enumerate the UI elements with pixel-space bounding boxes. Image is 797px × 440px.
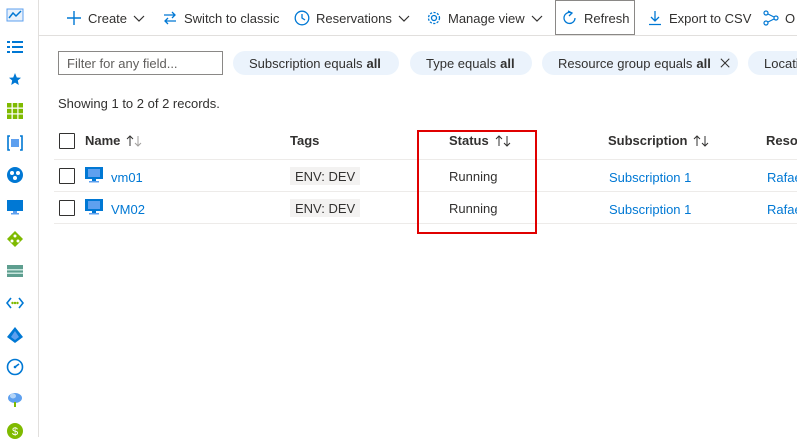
cost-management-icon[interactable]: $ xyxy=(6,422,24,440)
gear-icon xyxy=(427,11,441,25)
create-label: Create xyxy=(88,10,128,26)
filter-pill-type[interactable]: Type equals all xyxy=(410,51,532,75)
pill-label: Type equals xyxy=(426,55,497,71)
row-checkbox[interactable] xyxy=(59,168,75,184)
column-header-tags: Tags xyxy=(290,133,319,148)
switch-label: Switch to classic xyxy=(184,10,280,26)
monitor-icon[interactable] xyxy=(6,358,24,376)
open-query-label: O xyxy=(785,10,796,26)
column-subscription-label: Subscription xyxy=(608,133,688,148)
column-tags-label: Tags xyxy=(290,133,320,148)
plus-icon xyxy=(67,11,81,25)
sort-icon xyxy=(694,134,709,147)
chevron-down-icon xyxy=(531,15,543,22)
clock-icon xyxy=(294,10,310,26)
refresh-button[interactable]: Refresh xyxy=(562,0,630,36)
filter-pill-subscription[interactable]: Subscription equals all xyxy=(233,51,399,75)
pill-label: Resource group equals xyxy=(558,55,693,71)
azure-ad-icon[interactable] xyxy=(6,326,24,344)
column-header-resource-group[interactable]: Resou xyxy=(766,133,797,148)
pill-label: Subscription equals xyxy=(249,55,363,71)
export-label: Export to CSV xyxy=(669,10,752,26)
favorites-star-icon[interactable] xyxy=(6,70,24,88)
create-button[interactable]: Create xyxy=(66,0,145,36)
load-balancers-icon[interactable] xyxy=(6,230,24,248)
vm-name-link[interactable]: vm01 xyxy=(111,170,143,185)
refresh-icon xyxy=(563,10,576,25)
column-header-name[interactable]: Name xyxy=(85,133,142,148)
manage-view-label: Manage view xyxy=(448,10,525,26)
sort-icon xyxy=(127,134,142,147)
svg-text:$: $ xyxy=(12,426,18,438)
all-services-icon[interactable] xyxy=(6,38,24,56)
download-icon xyxy=(649,11,661,26)
switch-arrows-icon xyxy=(164,11,176,25)
switch-to-classic-button[interactable]: Switch to classic xyxy=(162,0,279,36)
left-sidebar: $ xyxy=(0,0,39,440)
column-resource-group-label: Resou xyxy=(766,133,797,148)
app-services-icon[interactable] xyxy=(6,166,24,184)
reservations-label: Reservations xyxy=(316,10,392,26)
virtual-machines-icon[interactable] xyxy=(6,198,24,216)
resource-groups-icon[interactable] xyxy=(6,134,24,152)
pill-value: all xyxy=(696,55,711,71)
resource-group-link[interactable]: Rafae xyxy=(767,202,797,217)
pill-label: Locati xyxy=(764,55,797,71)
vm-name-link[interactable]: VM02 xyxy=(111,202,145,217)
resource-group-link[interactable]: Rafae xyxy=(767,170,797,185)
refresh-label: Refresh xyxy=(584,10,630,26)
filter-pill-location[interactable]: Locati xyxy=(748,51,797,75)
close-icon[interactable] xyxy=(720,57,730,69)
select-all-checkbox[interactable] xyxy=(59,133,75,149)
column-header-subscription[interactable]: Subscription xyxy=(608,133,709,148)
virtual-machine-icon xyxy=(85,167,103,183)
filter-input[interactable] xyxy=(58,51,223,75)
share-nodes-icon xyxy=(763,10,779,26)
tag-badge: ENV: DEV xyxy=(290,199,361,217)
all-resources-icon[interactable] xyxy=(6,102,24,120)
chevron-down-icon xyxy=(398,15,410,22)
manage-view-button[interactable]: Manage view xyxy=(426,0,543,36)
filter-pill-resource-group[interactable]: Resource group equals all xyxy=(542,51,738,75)
dashboard-icon[interactable] xyxy=(6,6,24,24)
reservations-button[interactable]: Reservations xyxy=(294,0,410,36)
subscription-link[interactable]: Subscription 1 xyxy=(609,170,691,185)
status-column-highlight xyxy=(417,130,537,234)
pill-value: all xyxy=(366,55,381,71)
row-checkbox[interactable] xyxy=(59,200,75,216)
subscription-link[interactable]: Subscription 1 xyxy=(609,202,691,217)
column-name-label: Name xyxy=(85,133,121,148)
toolbar-divider xyxy=(38,35,797,36)
chevron-down-icon xyxy=(133,15,145,22)
export-csv-button[interactable]: Export to CSV xyxy=(647,0,751,36)
advisor-icon[interactable] xyxy=(6,390,24,408)
virtual-networks-icon[interactable] xyxy=(6,294,24,312)
records-summary: Showing 1 to 2 of 2 records. xyxy=(58,96,220,111)
open-query-button[interactable]: O xyxy=(763,0,795,36)
pill-value: all xyxy=(500,55,515,71)
command-bar: Create Switch to classic Reservations Ma… xyxy=(38,0,797,36)
virtual-machine-icon xyxy=(85,199,103,215)
storage-accounts-icon[interactable] xyxy=(6,262,24,280)
tag-badge: ENV: DEV xyxy=(290,167,361,185)
